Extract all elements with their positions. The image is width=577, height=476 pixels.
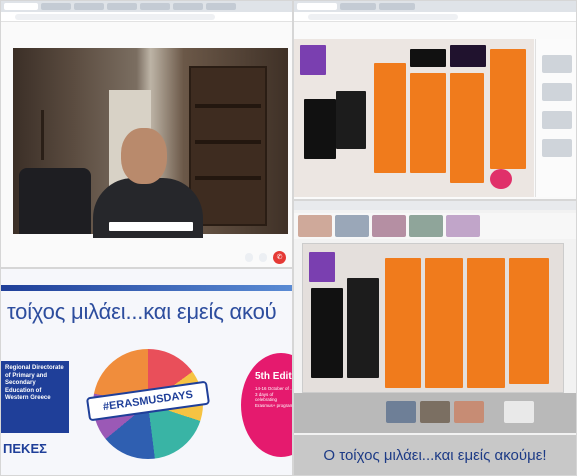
participants-sidebar <box>535 39 576 197</box>
presentation-caption: Ο τοίχος μιλάει...και εμείς ακούμε! <box>294 435 576 475</box>
participant-thumbnail[interactable] <box>542 139 572 157</box>
browser-tab[interactable] <box>340 3 376 10</box>
padlet-card[interactable] <box>490 49 526 169</box>
padlet-board <box>294 39 534 197</box>
header-stripe <box>1 285 292 291</box>
hang-up-button[interactable]: ✆ <box>273 250 286 264</box>
call-control-button[interactable] <box>259 252 267 262</box>
participant-head <box>121 128 167 184</box>
address-bar[interactable] <box>1 12 292 22</box>
padlet-card[interactable] <box>300 45 326 75</box>
call-controls: ✆ <box>13 249 288 265</box>
browser-tab[interactable] <box>4 3 38 10</box>
participant-thumbnail[interactable] <box>542 55 572 73</box>
browser-tab[interactable] <box>140 3 170 10</box>
pekes-logo-text: ΠΕΚΕΣ <box>3 441 47 456</box>
coat-rack <box>41 110 63 160</box>
participant-video <box>13 48 288 238</box>
browser-tab[interactable] <box>173 3 203 10</box>
address-bar[interactable] <box>294 12 576 22</box>
video-call-panel: ✆ <box>0 0 293 268</box>
browser-tab[interactable] <box>379 3 415 10</box>
edition-badge: 5th Edition 14-16 October of ... 3 days … <box>241 353 293 457</box>
padlet-card[interactable] <box>347 278 379 378</box>
participant-thumbnail[interactable] <box>504 401 534 423</box>
edition-title: 5th Edition <box>255 371 292 382</box>
poster-slogan: τοίχος μιλάει...και εμείς ακού <box>7 299 277 324</box>
participant-thumbnail[interactable] <box>335 215 369 237</box>
browser-tab-bar[interactable] <box>294 201 576 210</box>
edition-note: 14-16 October of ... 3 days of celebrati… <box>255 386 293 408</box>
call-control-button[interactable] <box>245 252 253 262</box>
participant-thumbnail[interactable] <box>446 215 480 237</box>
url-field[interactable] <box>308 14 458 20</box>
padlet-card[interactable] <box>450 73 484 183</box>
padlet-card[interactable] <box>425 258 463 388</box>
erasmusdays-poster: τοίχος μιλάει...και εμείς ακού Regional … <box>0 268 293 476</box>
participant-name-label <box>109 222 193 231</box>
participant-thumbnail[interactable] <box>372 215 406 237</box>
padlet-panel <box>293 0 577 200</box>
padlet-card[interactable] <box>450 45 486 67</box>
participant-thumbnail[interactable] <box>542 83 572 101</box>
padlet-card[interactable] <box>509 258 549 384</box>
bookshelf <box>189 66 267 226</box>
office-chair <box>19 168 91 234</box>
participant-thumbnail[interactable] <box>542 111 572 129</box>
padlet-card[interactable] <box>467 258 505 388</box>
padlet-card[interactable] <box>410 49 446 67</box>
participant-strip <box>294 213 576 239</box>
directorate-box: Regional Directorate of Primary and Seco… <box>1 361 69 433</box>
browser-tab[interactable] <box>74 3 104 10</box>
browser-tab[interactable] <box>107 3 137 10</box>
participant-thumbnail[interactable] <box>386 401 416 423</box>
participant-thumbnail[interactable] <box>298 215 332 237</box>
browser-tab-bar[interactable] <box>294 1 576 12</box>
speaker-strip <box>294 393 576 433</box>
participant-thumbnail[interactable] <box>420 401 450 423</box>
padlet-board <box>302 243 564 393</box>
padlet-card[interactable] <box>336 91 366 149</box>
padlet-card[interactable] <box>374 63 406 173</box>
url-field[interactable] <box>15 14 215 20</box>
browser-tab-bar[interactable] <box>1 1 292 12</box>
padlet-card[interactable] <box>311 288 343 378</box>
padlet-presentation-panel: Ο τοίχος μιλάει...και εμείς ακούμε! <box>293 200 577 476</box>
participant-thumbnail[interactable] <box>454 401 484 423</box>
padlet-card[interactable] <box>304 99 336 159</box>
browser-tab[interactable] <box>206 3 236 10</box>
participant-thumbnail[interactable] <box>409 215 443 237</box>
browser-tab[interactable] <box>41 3 71 10</box>
padlet-card[interactable] <box>490 169 512 189</box>
padlet-card[interactable] <box>385 258 421 388</box>
padlet-card[interactable] <box>309 252 335 282</box>
padlet-card[interactable] <box>410 73 446 173</box>
browser-tab[interactable] <box>297 3 337 10</box>
